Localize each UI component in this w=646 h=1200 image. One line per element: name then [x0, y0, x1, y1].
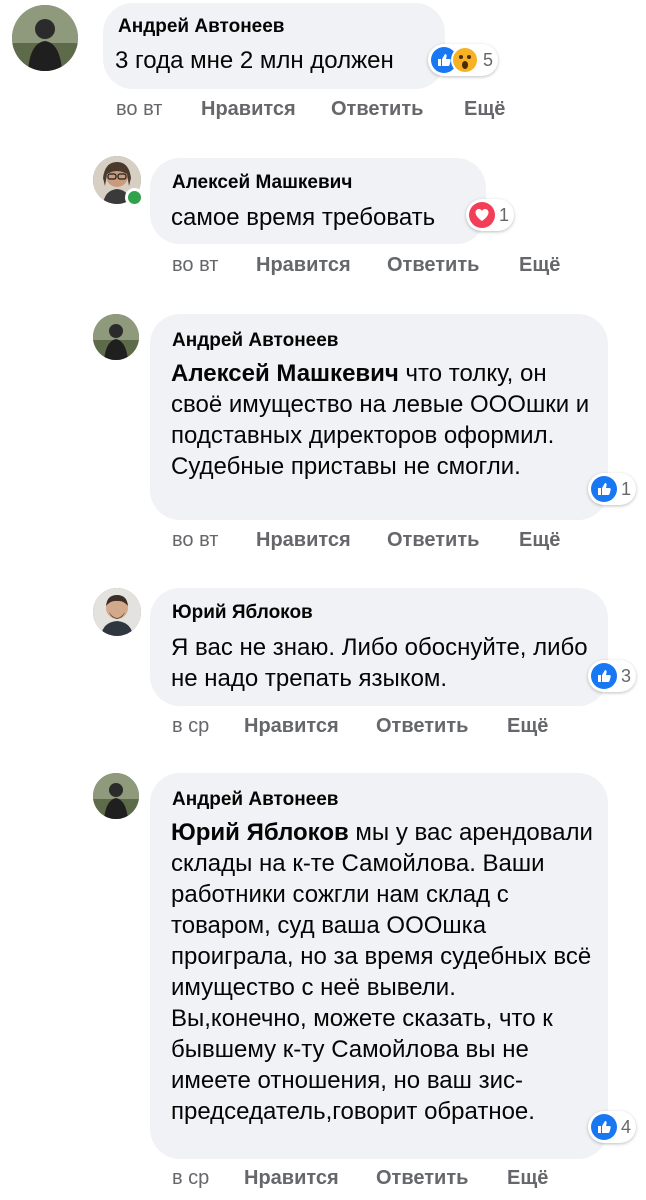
more-button[interactable]: Ещё — [519, 254, 560, 277]
comment-text: Алексей Машкевич что толку, он своё имущ… — [171, 358, 591, 482]
reaction-count: 3 — [621, 665, 632, 686]
avatar[interactable] — [93, 314, 139, 360]
reply-button[interactable]: Ответить — [387, 254, 479, 277]
comment-author[interactable]: Юрий Яблоков — [172, 602, 313, 624]
reaction-count: 1 — [621, 478, 632, 499]
reply-button[interactable]: Ответить — [331, 98, 423, 121]
comment-author[interactable]: Андрей Автонеев — [118, 16, 285, 38]
reply-button[interactable]: Ответить — [376, 715, 468, 738]
person-silhouette-icon — [93, 314, 139, 360]
reactions-summary[interactable]: 1 — [588, 473, 637, 505]
comment-author[interactable]: Андрей Автонеев — [172, 330, 339, 352]
comment-bubble: Юрий Яблоков Я вас не знаю. Либо обоснуй… — [150, 588, 608, 706]
timestamp[interactable]: в ср — [172, 1167, 209, 1190]
reactions-summary[interactable]: 3 — [588, 660, 637, 692]
reactions-summary[interactable]: 1 — [466, 199, 515, 231]
reaction-count: 5 — [483, 49, 494, 70]
like-button[interactable]: Нравится — [201, 98, 296, 121]
like-button[interactable]: Нравится — [244, 1167, 339, 1190]
comment-author[interactable]: Андрей Автонеев — [172, 789, 339, 811]
comment-author[interactable]: Алексей Машкевич — [172, 172, 352, 194]
avatar[interactable] — [93, 773, 139, 819]
reaction-count: 4 — [621, 1116, 632, 1137]
mention-link[interactable]: Алексей Машкевич — [171, 360, 399, 387]
comment-bubble: Андрей Автонеев 3 года мне 2 млн должен — [103, 3, 445, 89]
like-reaction-icon — [591, 476, 617, 502]
comment-bubble: Алексей Машкевич самое время требовать — [150, 158, 486, 244]
like-button[interactable]: Нравится — [256, 529, 351, 552]
online-status-indicator — [125, 188, 144, 207]
comment-text: 3 года мне 2 млн должен — [115, 47, 394, 74]
comment-bubble: Андрей Автонеев Юрий Яблоков мы у вас ар… — [150, 773, 608, 1159]
mention-link[interactable]: Юрий Яблоков — [171, 819, 349, 846]
reactions-summary[interactable]: 5 — [428, 44, 499, 76]
more-button[interactable]: Ещё — [519, 529, 560, 552]
person-face-icon — [93, 588, 141, 636]
like-reaction-icon — [591, 663, 617, 689]
person-silhouette-icon — [12, 5, 78, 71]
comment-bubble: Андрей Автонеев Алексей Машкевич что тол… — [150, 314, 608, 520]
comment-body: мы у вас арендовали склады на к-те Самой… — [171, 819, 593, 1125]
timestamp[interactable]: во вт — [172, 529, 218, 552]
more-button[interactable]: Ещё — [507, 1167, 548, 1190]
more-button[interactable]: Ещё — [464, 98, 505, 121]
reply-button[interactable]: Ответить — [376, 1167, 468, 1190]
person-silhouette-icon — [93, 773, 139, 819]
comment-text: Я вас не знаю. Либо обоснуйте, либо не н… — [171, 634, 588, 692]
like-reaction-icon — [591, 1114, 617, 1140]
like-button[interactable]: Нравится — [256, 254, 351, 277]
reactions-summary[interactable]: 4 — [588, 1111, 637, 1143]
more-button[interactable]: Ещё — [507, 715, 548, 738]
comment-text: самое время требовать — [171, 204, 436, 231]
timestamp[interactable]: во вт — [116, 98, 162, 121]
like-button[interactable]: Нравится — [244, 715, 339, 738]
comment-text: Юрий Яблоков мы у вас арендовали склады … — [171, 817, 596, 1127]
love-reaction-icon — [469, 202, 495, 228]
timestamp[interactable]: в ср — [172, 715, 209, 738]
avatar[interactable] — [93, 588, 141, 636]
avatar[interactable] — [12, 5, 78, 71]
wow-reaction-icon — [451, 46, 479, 74]
timestamp[interactable]: во вт — [172, 254, 218, 277]
reply-button[interactable]: Ответить — [387, 529, 479, 552]
reaction-count: 1 — [499, 204, 510, 225]
